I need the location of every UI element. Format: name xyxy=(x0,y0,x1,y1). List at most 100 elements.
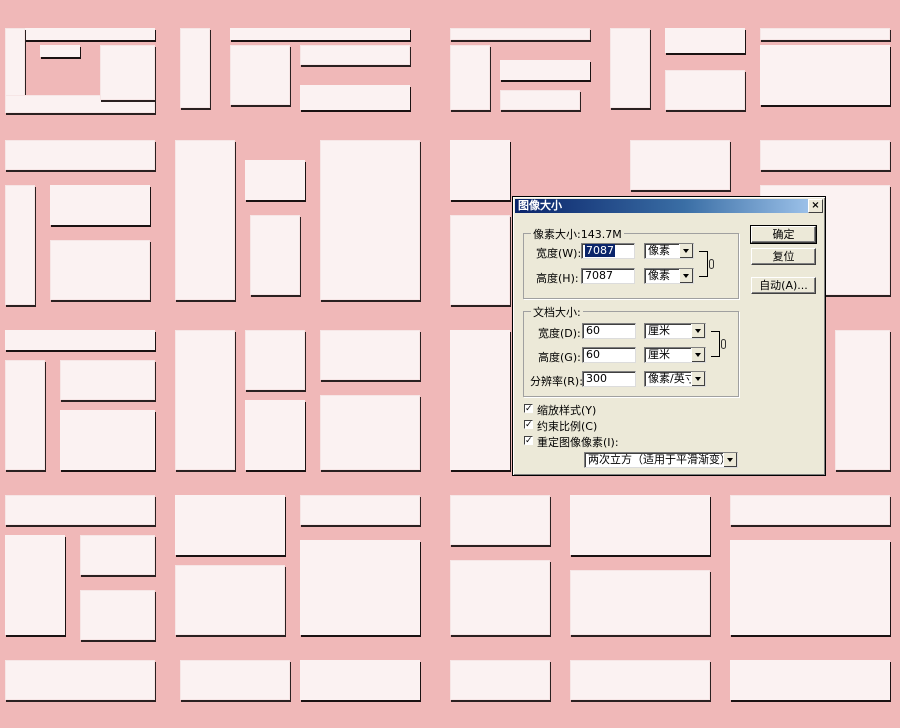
constrain-proportions-checkbox[interactable]: ✓ xyxy=(524,420,533,430)
embossed-block xyxy=(730,540,890,635)
embossed-block xyxy=(180,28,210,108)
embossed-block xyxy=(450,45,490,110)
embossed-block xyxy=(450,495,550,545)
pixel-width-label: 宽度(W): xyxy=(536,247,582,260)
embossed-block xyxy=(665,70,745,110)
resolution-unit-select[interactable]: 像素/英寸 xyxy=(644,371,706,387)
embossed-block xyxy=(300,660,420,700)
resample-method-select[interactable]: 两次立方（适用于平滑渐变） xyxy=(584,452,738,468)
constrain-proportions-label[interactable]: 约束比例(C) xyxy=(537,418,597,434)
close-button[interactable]: × xyxy=(808,199,823,213)
embossed-block xyxy=(5,185,35,305)
embossed-block xyxy=(5,495,155,525)
embossed-block xyxy=(730,660,890,700)
chain-link-icon xyxy=(721,339,726,349)
embossed-block xyxy=(610,28,650,108)
doc-width-unit: 厘米 xyxy=(648,324,670,337)
embossed-block xyxy=(175,565,285,635)
embossed-block xyxy=(60,360,155,400)
dialog-title: 图像大小 xyxy=(518,199,562,212)
resolution-label: 分辨率(R): xyxy=(530,375,583,388)
pixel-height-unit: 像素 xyxy=(648,269,670,282)
embossed-block xyxy=(320,330,420,380)
pixel-dimensions-group: 像素大小:143.7M 宽度(W): 7087 像素 高度(H): 7087 像… xyxy=(523,226,739,299)
embossed-block xyxy=(300,495,420,525)
embossed-block xyxy=(175,330,235,470)
embossed-block xyxy=(730,495,890,525)
embossed-block xyxy=(300,85,410,110)
chevron-down-icon xyxy=(691,372,705,386)
chevron-down-icon xyxy=(723,453,737,467)
auto-button[interactable]: 自动(A)... xyxy=(751,277,816,294)
pixel-height-unit-select[interactable]: 像素 xyxy=(644,268,694,284)
constrain-bracket xyxy=(711,331,720,357)
embossed-block xyxy=(5,360,45,470)
embossed-block xyxy=(245,160,305,200)
document-size-legend: 文档大小: xyxy=(531,304,583,320)
embossed-block xyxy=(570,570,710,635)
resolution-value: 300 xyxy=(586,372,607,385)
embossed-block xyxy=(450,330,510,470)
dialog-titlebar[interactable]: 图像大小 × xyxy=(515,199,823,213)
embossed-block xyxy=(450,140,510,200)
pixel-width-unit: 像素 xyxy=(648,244,670,257)
scale-styles-label[interactable]: 缩放样式(Y) xyxy=(537,402,596,418)
chevron-down-icon xyxy=(679,244,693,258)
scale-styles-checkbox[interactable]: ✓ xyxy=(524,404,533,414)
doc-width-label: 宽度(D): xyxy=(538,327,581,340)
doc-height-value: 60 xyxy=(586,348,600,361)
embossed-block xyxy=(570,495,710,555)
embossed-block xyxy=(230,28,410,40)
embossed-block xyxy=(180,660,290,700)
doc-height-input[interactable]: 60 xyxy=(582,347,636,363)
embossed-block xyxy=(80,590,155,640)
embossed-block xyxy=(40,45,80,57)
embossed-block xyxy=(500,90,580,110)
doc-width-value: 60 xyxy=(586,324,600,337)
embossed-block xyxy=(450,28,590,40)
embossed-block xyxy=(80,535,155,575)
embossed-block xyxy=(100,45,155,100)
pixel-height-label: 高度(H): xyxy=(536,272,579,285)
doc-width-input[interactable]: 60 xyxy=(582,323,636,339)
doc-height-unit-select[interactable]: 厘米 xyxy=(644,347,706,363)
reset-button[interactable]: 复位 xyxy=(751,248,816,265)
embossed-block xyxy=(450,560,550,635)
embossed-block xyxy=(320,140,420,300)
document-size-group: 文档大小: 宽度(D): 60 厘米 高度(G): 60 厘米 分辨率(R): … xyxy=(523,304,739,397)
pixel-height-value: 7087 xyxy=(585,269,613,282)
ok-button[interactable]: 确定 xyxy=(750,225,817,244)
embossed-block xyxy=(835,330,890,470)
chevron-down-icon xyxy=(691,348,705,362)
embossed-block xyxy=(5,330,155,350)
pixel-width-unit-select[interactable]: 像素 xyxy=(644,243,694,259)
embossed-block xyxy=(245,400,305,470)
chevron-down-icon xyxy=(679,269,693,283)
resample-method-value: 两次立方（适用于平滑渐变） xyxy=(588,453,731,466)
embossed-block xyxy=(500,60,590,80)
resolution-unit: 像素/英寸 xyxy=(648,372,696,385)
chevron-down-icon xyxy=(691,324,705,338)
resample-checkbox[interactable]: ✓ xyxy=(524,436,533,446)
doc-width-unit-select[interactable]: 厘米 xyxy=(644,323,706,339)
embossed-block xyxy=(250,215,300,295)
embossed-block xyxy=(5,535,65,635)
resample-label[interactable]: 重定图像像素(I): xyxy=(537,434,619,450)
embossed-block xyxy=(5,28,155,40)
embossed-block xyxy=(245,330,305,390)
chain-link-icon xyxy=(709,259,714,269)
embossed-block xyxy=(50,185,150,225)
pixel-height-input[interactable]: 7087 xyxy=(581,268,635,284)
embossed-block xyxy=(5,140,155,170)
embossed-block xyxy=(175,495,285,555)
pixel-width-input[interactable]: 7087 xyxy=(581,243,635,259)
embossed-block xyxy=(760,140,890,170)
embossed-block xyxy=(230,45,290,105)
embossed-block xyxy=(450,660,550,700)
doc-height-label: 高度(G): xyxy=(538,351,581,364)
embossed-block xyxy=(570,660,710,700)
constrain-bracket xyxy=(699,251,708,277)
embossed-block xyxy=(300,45,410,65)
resolution-input[interactable]: 300 xyxy=(582,371,636,387)
embossed-block xyxy=(320,395,420,470)
